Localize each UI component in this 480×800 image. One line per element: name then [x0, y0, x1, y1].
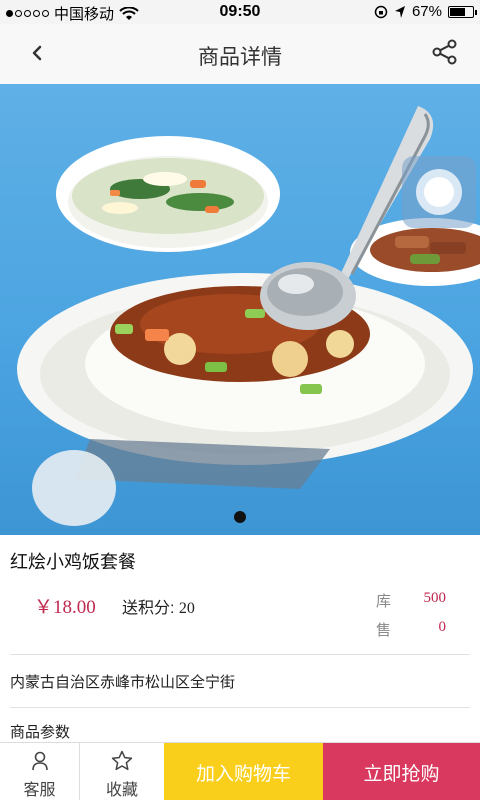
share-icon[interactable] — [432, 39, 458, 65]
assistive-touch-button[interactable] — [402, 156, 476, 228]
stock-row: 库 500 — [376, 590, 476, 611]
store-address: 内蒙古自治区赤峰市松山区全宁街 — [10, 674, 236, 691]
points-value: 20 — [178, 600, 195, 617]
product-params-link[interactable]: 商品参数 — [10, 721, 70, 742]
glass-image — [32, 450, 116, 526]
product-image-carousel[interactable] — [0, 84, 480, 535]
sold-row: 售 0 — [376, 619, 476, 640]
status-right: 67% — [374, 3, 477, 20]
rotation-lock-icon — [374, 5, 388, 18]
location-icon — [394, 5, 405, 18]
points-label: 送积分: — [122, 600, 175, 617]
stock-label: 库 — [376, 593, 392, 610]
divider — [10, 707, 470, 708]
sold-label: 售 — [376, 622, 392, 639]
sold-value: 0 — [438, 619, 447, 635]
battery-icon — [448, 5, 477, 18]
carousel-indicator-dot[interactable] — [234, 511, 246, 523]
add-to-cart-button[interactable]: 加入购物车 — [164, 743, 323, 800]
bottom-action-bar: 客服 收藏 加入购物车 立即抢购 — [0, 742, 480, 800]
customer-service-label: 客服 — [23, 782, 56, 799]
stock-value: 500 — [423, 590, 447, 606]
product-price: ￥18.00 — [34, 597, 96, 618]
assistive-touch-center — [424, 177, 454, 207]
rice-plate-image — [17, 273, 473, 465]
favorite-label: 收藏 — [105, 782, 138, 799]
favorite-button[interactable]: 收藏 — [82, 743, 162, 800]
customer-service-button[interactable]: 客服 — [0, 743, 80, 800]
buy-now-button[interactable]: 立即抢购 — [323, 743, 480, 800]
soup-bowl-image — [56, 136, 280, 252]
page-title: 商品详情 — [198, 46, 282, 69]
status-bar: 中国移动 09:50 67% — [0, 0, 480, 24]
divider — [10, 654, 470, 655]
star-icon — [111, 750, 133, 771]
product-name: 红烩小鸡饭套餐 — [10, 552, 136, 572]
battery-percent: 67% — [411, 3, 442, 20]
points-info: 送积分: 20 — [122, 594, 195, 618]
battery-level — [450, 7, 465, 16]
customer-service-icon — [32, 751, 48, 771]
product-photo — [17, 106, 480, 526]
nav-bar: 商品详情 — [0, 24, 480, 84]
